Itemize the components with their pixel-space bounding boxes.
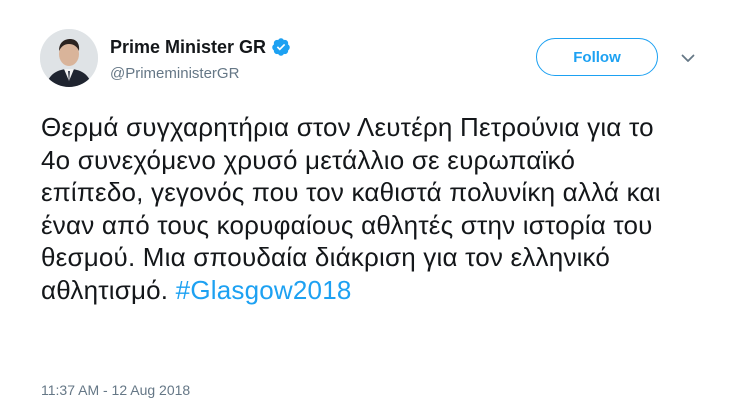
tweet-timestamp[interactable]: 11:37 AM - 12 Aug 2018 (41, 382, 190, 398)
author-handle[interactable]: @PrimeministerGR (110, 65, 291, 82)
author-display-name[interactable]: Prime Minister GR (110, 37, 266, 58)
author-block: Prime Minister GR @PrimeministerGR (110, 35, 291, 82)
avatar[interactable] (40, 29, 98, 87)
tweet-card: Prime Minister GR @PrimeministerGR Follo… (0, 0, 735, 418)
follow-button[interactable]: Follow (536, 38, 658, 76)
avatar-photo-icon (40, 29, 98, 87)
tweet-text: Θερμά συγχαρητήρια στον Λευτέρη Πετρούνι… (41, 111, 681, 306)
hashtag-link[interactable]: #Glasgow2018 (176, 275, 352, 305)
chevron-down-icon[interactable] (680, 50, 696, 66)
verified-badge-icon (271, 37, 291, 57)
